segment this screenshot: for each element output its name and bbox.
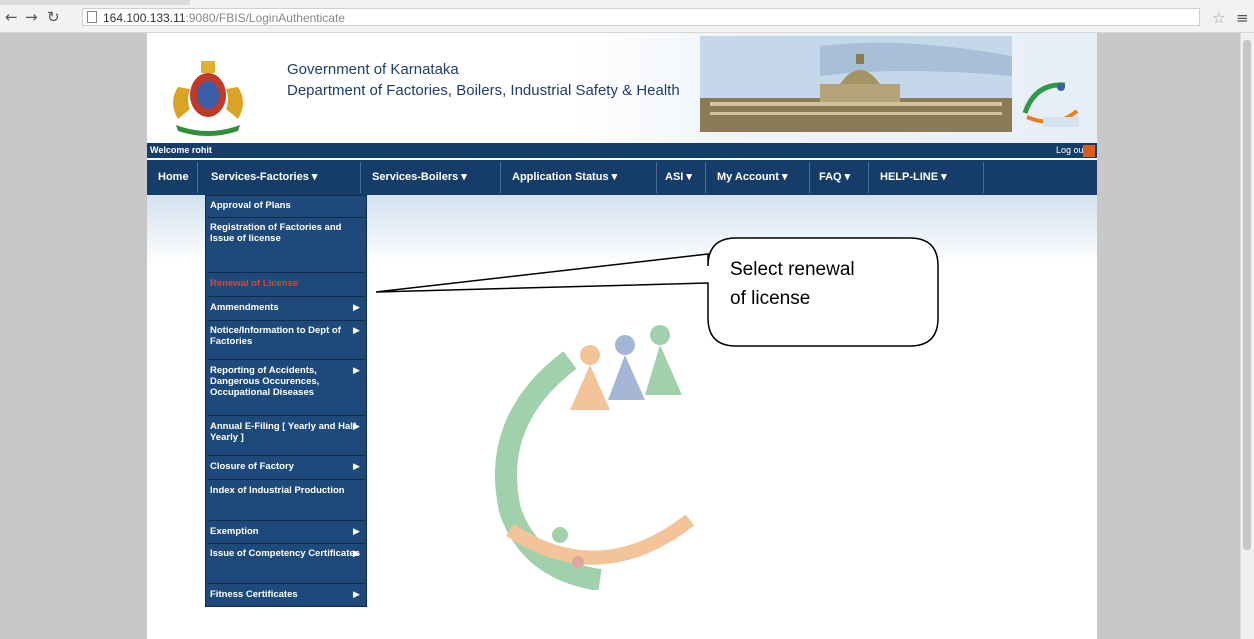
callout-line-1: Select renewal [730,259,855,280]
callout-line-2: of license [730,288,811,309]
callout-bubble [375,237,939,347]
callout-text: Select renewal of license [730,255,930,313]
